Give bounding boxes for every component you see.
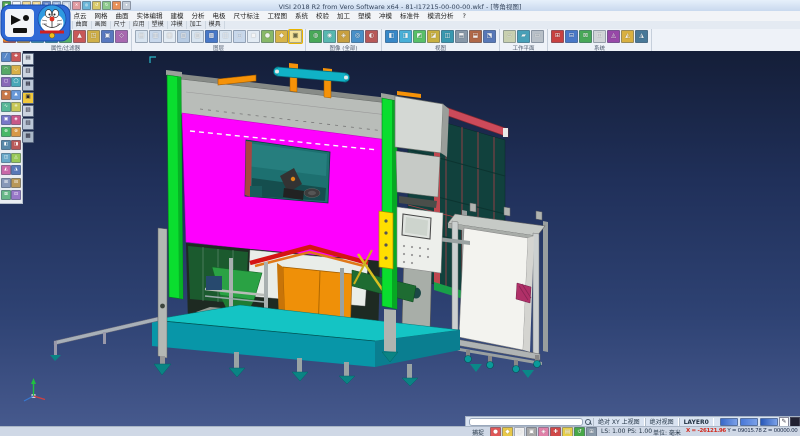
units-status[interactable]: 单位: 毫米 [653, 428, 681, 436]
view-mode-icon-3[interactable]: ▣ [22, 92, 34, 104]
view-mode-toolbar: ▤▥▦▣▧▨▩ [22, 53, 34, 143]
left-toolbar-icon-11[interactable]: ◈ [11, 115, 21, 125]
cursor-coordinates: X = -26121.96 Y = 09015.78 Z = 00000.00 [686, 428, 797, 434]
search-input[interactable] [469, 418, 583, 426]
left-toolbar-icon-15[interactable]: ◨ [11, 140, 21, 150]
status-bar-bottom: 捕捉 ●◆▢▣◈✚▤↺⊞ LS: 1.00 PS: 1.00 单位: 毫米 X … [0, 426, 800, 436]
left-toolbar-icon-23[interactable]: ⊡ [11, 190, 21, 200]
left-toolbar-icon-8[interactable]: ∿ [1, 102, 11, 112]
snap-toggles: ●◆▢▣◈✚▤↺⊞ [490, 427, 597, 436]
scale-status[interactable]: LS: 1.00 PS: 1.00 [601, 428, 652, 435]
workplane-marker-icon [150, 57, 156, 63]
left-toolbar-icon-10[interactable]: ▣ [1, 115, 11, 125]
left-toolbar-icon-5[interactable]: ◯ [11, 77, 21, 87]
machine-3d-model[interactable] [0, 0, 800, 436]
left-toolbar: ╱✚◠◡▢◯◆▲∿✳▣◈⊕⊗◧◨◫◬◭◮⊞⊟⊠⊡ [0, 51, 23, 204]
swatch-2[interactable] [760, 418, 778, 426]
swatch-0[interactable] [720, 418, 738, 426]
left-toolbar-icon-9[interactable]: ✳ [11, 102, 21, 112]
snap-toggle-4[interactable]: ◈ [538, 427, 549, 436]
axis-triad [24, 378, 45, 401]
snap-toggle-8[interactable]: ⊞ [586, 427, 597, 436]
left-toolbar-icon-0[interactable]: ╱ [1, 52, 11, 62]
view-mode-icon-2[interactable]: ▦ [22, 79, 34, 91]
left-toolbar-icon-6[interactable]: ◆ [1, 90, 11, 100]
view-mode-icon-0[interactable]: ▤ [22, 53, 34, 65]
snap-toggle-0[interactable]: ● [490, 427, 501, 436]
warning-strip [379, 211, 393, 269]
view-mode-icon-4[interactable]: ▧ [22, 105, 34, 117]
left-toolbar-icon-22[interactable]: ⊠ [1, 190, 11, 200]
coordinate-yz: Y = 09015.78 Z = 00000.00 [727, 428, 797, 434]
snap-toggle-6[interactable]: ▤ [562, 427, 573, 436]
left-toolbar-icon-20[interactable]: ⊞ [1, 178, 11, 188]
snap-toggle-2[interactable]: ▢ [514, 427, 525, 436]
left-toolbar-icon-19[interactable]: ◮ [11, 165, 21, 175]
view-mode-icon-5[interactable]: ▨ [22, 118, 34, 130]
left-toolbar-icon-12[interactable]: ⊕ [1, 127, 11, 137]
front-rail [50, 317, 158, 361]
control-panel[interactable] [397, 207, 443, 273]
snap-toggle-1[interactable]: ◆ [502, 427, 513, 436]
left-toolbar-icon-2[interactable]: ◠ [1, 65, 11, 75]
left-toolbar-icon-18[interactable]: ◭ [1, 165, 11, 175]
snap-toggle-7[interactable]: ↺ [574, 427, 585, 436]
view-mode-icon-6[interactable]: ▩ [22, 131, 34, 143]
left-toolbar-icon-7[interactable]: ▲ [11, 90, 21, 100]
visi-application-window: ▣▢▤▥▦▧▨✕◎↺↻✦▾ VISI 2018 R2 from Vero Sof… [0, 0, 800, 436]
viewport-3d[interactable]: 智造资料网 [0, 51, 800, 426]
snap-toggle-3[interactable]: ▣ [526, 427, 537, 436]
left-toolbar-icon-4[interactable]: ▢ [1, 77, 11, 87]
left-toolbar-icon-1[interactable]: ✚ [11, 52, 21, 62]
left-toolbar-icon-3[interactable]: ◡ [11, 65, 21, 75]
search-icon[interactable] [585, 419, 591, 425]
snap-label: 捕捉 [472, 428, 484, 436]
left-toolbar-icon-21[interactable]: ⊟ [11, 178, 21, 188]
doraemon-cursor [0, 0, 72, 44]
left-toolbar-icon-14[interactable]: ◧ [1, 140, 11, 150]
snap-toggle-5[interactable]: ✚ [550, 427, 561, 436]
swatch-1[interactable] [740, 418, 758, 426]
view-mode-icon-1[interactable]: ▥ [22, 66, 34, 78]
left-toolbar-icon-17[interactable]: ◬ [11, 153, 21, 163]
coordinate-x: X = -26121.96 [686, 428, 726, 434]
left-toolbar-icon-16[interactable]: ◫ [1, 153, 11, 163]
left-toolbar-icon-13[interactable]: ⊗ [11, 127, 21, 137]
color-swatches [720, 418, 778, 426]
